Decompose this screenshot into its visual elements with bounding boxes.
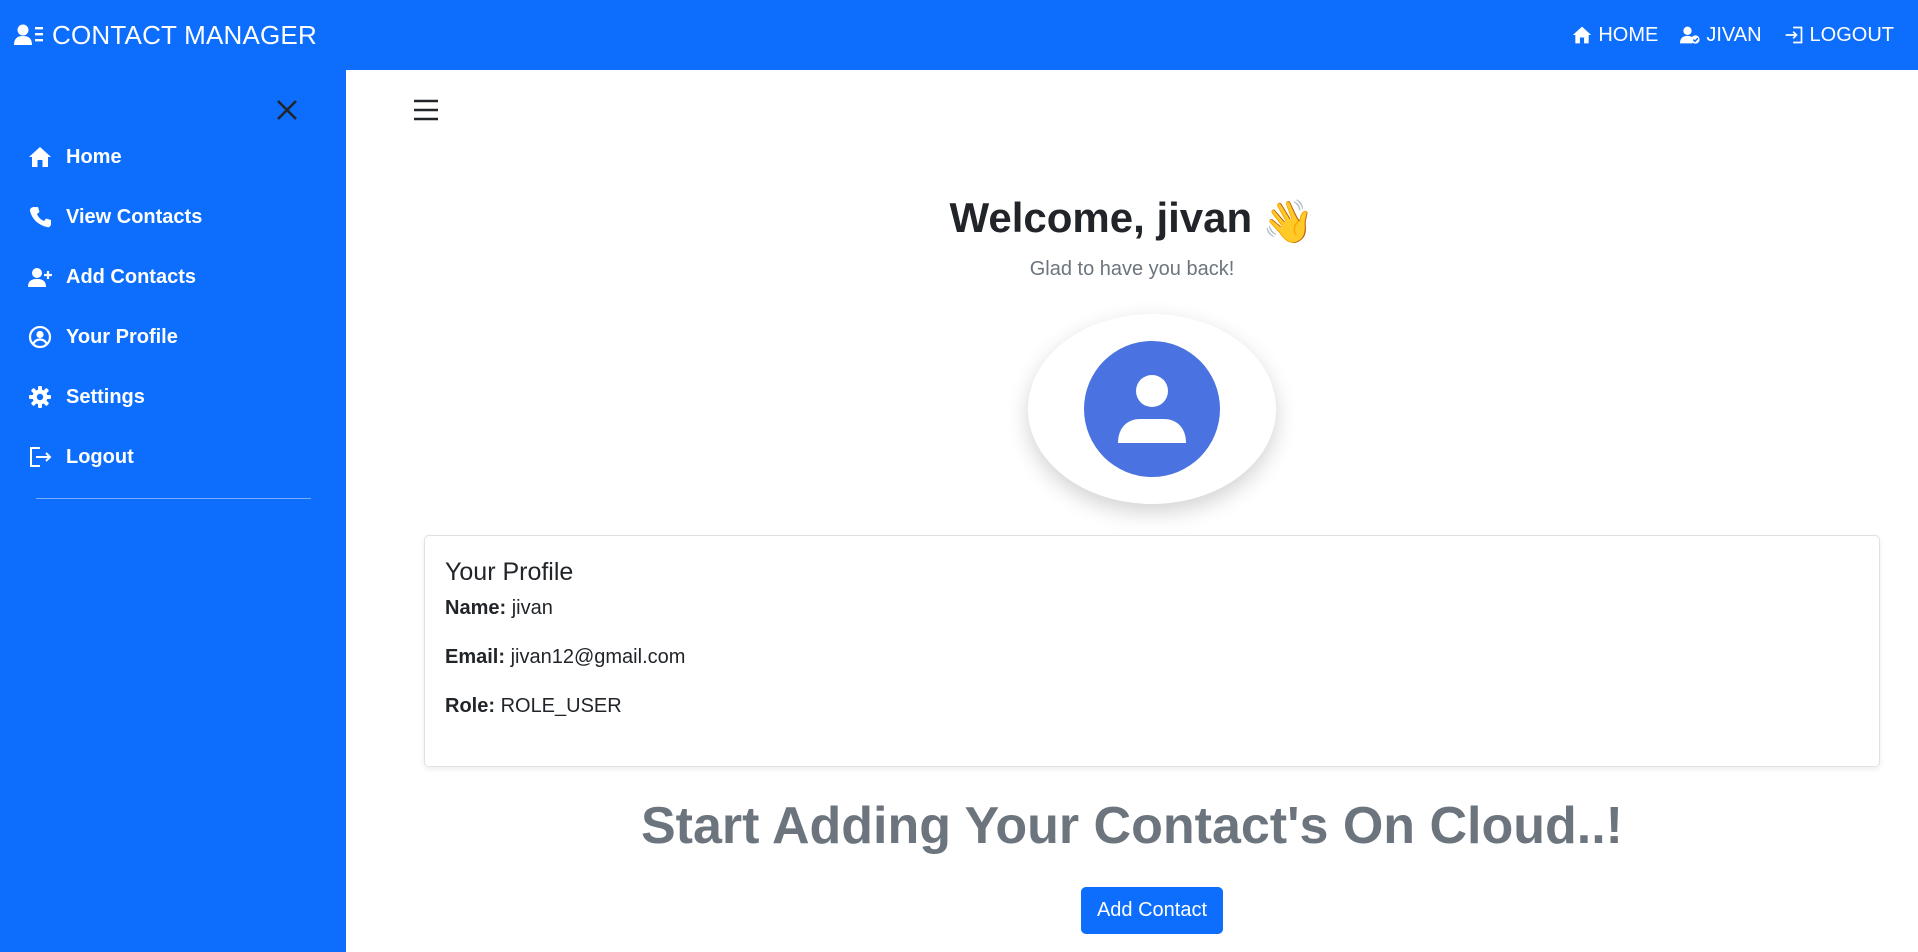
waving-hand-icon: 👋 (1262, 198, 1315, 245)
user-avatar-icon (1118, 375, 1186, 443)
cta-heading: Start Adding Your Contact's On Cloud..! (640, 797, 1624, 855)
nav-user-link[interactable]: JIVAN (1680, 23, 1762, 47)
sidebar-item-your-profile[interactable]: Your Profile (28, 317, 318, 357)
user-plus-icon (28, 268, 52, 287)
profile-card: Your Profile Name: jivan Email: jivan12@… (424, 535, 1880, 767)
sidebar-item-home[interactable]: Home (28, 137, 318, 177)
top-navbar: CONTACT MANAGER HOME JIVAN LOGOUT (0, 0, 1918, 70)
close-icon[interactable] (271, 94, 303, 126)
sidebar-divider (36, 498, 311, 499)
profile-name-row: Name: jivan (445, 597, 1859, 620)
welcome-text: Welcome, jivan (949, 194, 1253, 241)
profile-email-value: jivan12@gmail.com (510, 646, 686, 668)
brand[interactable]: CONTACT MANAGER (14, 0, 317, 70)
welcome-heading: Welcome, jivan 👋 (346, 194, 1918, 247)
logout-icon (30, 447, 52, 467)
nav-home-label: HOME (1598, 23, 1659, 46)
profile-role-value: ROLE_USER (500, 695, 622, 717)
sidebar-item-label: Add Contacts (66, 265, 196, 288)
profile-email-label: Email: (445, 646, 506, 668)
sidebar-item-label: View Contacts (66, 205, 203, 228)
user-circle-icon (28, 325, 52, 349)
sidebar-item-label: Logout (66, 445, 134, 468)
avatar-circle (1084, 341, 1220, 477)
gear-icon (29, 386, 51, 408)
sidebar-item-label: Your Profile (66, 325, 178, 348)
home-icon (1573, 26, 1592, 44)
sidebar-item-settings[interactable]: Settings (28, 377, 318, 417)
nav-logout-link[interactable]: LOGOUT (1784, 24, 1894, 47)
contact-list-icon (14, 24, 43, 45)
hamburger-menu-icon[interactable] (412, 95, 440, 125)
sidebar-item-label: Settings (66, 385, 145, 408)
nav-user-label: JIVAN (1706, 23, 1762, 46)
profile-name-label: Name: (445, 597, 507, 619)
home-icon (29, 147, 51, 167)
sidebar-item-add-contacts[interactable]: Add Contacts (28, 257, 318, 297)
profile-role-row: Role: ROLE_USER (445, 695, 1859, 718)
profile-name-value: jivan (511, 597, 553, 619)
nav-logout-label: LOGOUT (1809, 23, 1894, 46)
profile-card-title: Your Profile (445, 558, 574, 586)
brand-label: CONTACT MANAGER (52, 19, 317, 50)
user-check-icon (1680, 26, 1700, 44)
sidebar: Home View Contacts Add Contacts Your Pro… (0, 70, 346, 952)
welcome-subtitle: Glad to have you back! (1029, 258, 1235, 280)
sidebar-item-logout[interactable]: Logout (28, 437, 318, 477)
add-contact-button[interactable]: Add Contact (1081, 887, 1223, 934)
login-icon (1785, 26, 1802, 44)
nav-home-link[interactable]: HOME (1572, 24, 1658, 47)
phone-icon (29, 207, 51, 228)
sidebar-item-view-contacts[interactable]: View Contacts (28, 197, 318, 237)
profile-role-label: Role: (445, 695, 495, 717)
profile-email-row: Email: jivan12@gmail.com (445, 646, 1859, 669)
avatar (1028, 314, 1276, 504)
sidebar-item-label: Home (66, 145, 122, 168)
